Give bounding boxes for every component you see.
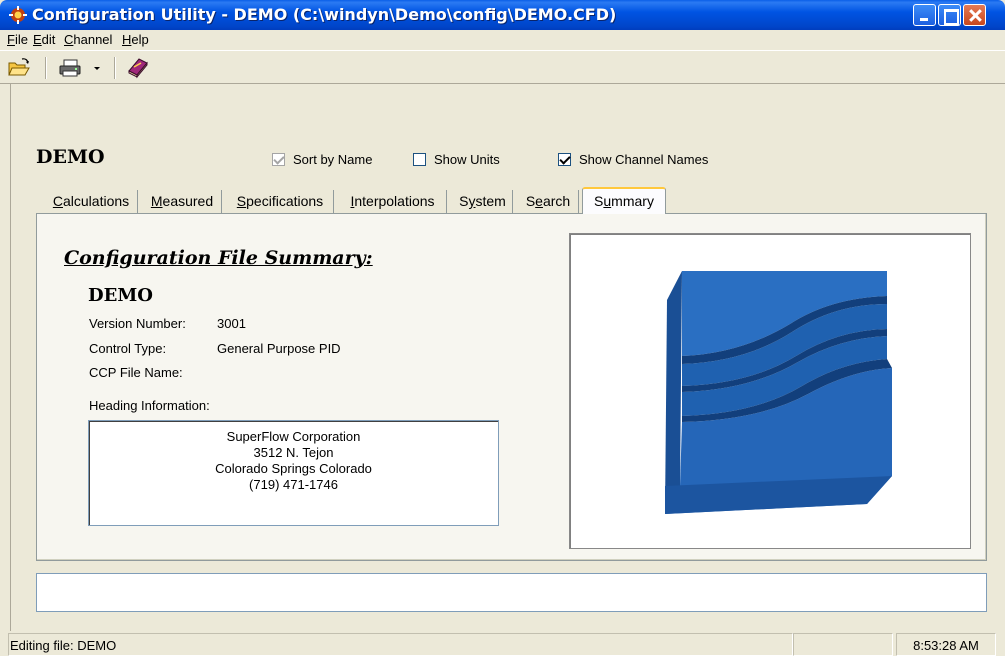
config-name-heading: DEMO [36, 146, 105, 168]
tab-measured[interactable]: Measured [143, 190, 222, 213]
sort-by-name-checkbox[interactable]: Sort by Name [272, 152, 397, 169]
heading-info-label: Heading Information: [89, 398, 210, 413]
tab-accel: u [603, 193, 612, 209]
control-type-label: Control Type: [89, 341, 167, 356]
tab-accel: e [535, 193, 543, 209]
tab-accel: y [468, 193, 476, 209]
tab-accel: C [52, 193, 63, 209]
tab-accel: S [236, 193, 247, 209]
menu-channel-accel: C [64, 32, 74, 47]
open-folder-icon[interactable] [7, 57, 31, 79]
toolbar-separator [114, 57, 116, 79]
version-value: 3001 [217, 316, 246, 331]
summary-config-name: DEMO [88, 285, 153, 306]
toolbar [0, 50, 1005, 84]
heading-line: 3512 N. Tejon [253, 445, 334, 460]
show-channel-names-checkbox[interactable]: Show Channel Names [558, 152, 743, 169]
status-pane-empty [793, 633, 893, 656]
tab-calculations[interactable]: Calculations [45, 190, 138, 213]
tab-label-pre: S [459, 193, 469, 209]
menu-channel[interactable]: Channel [64, 32, 112, 47]
tab-label-pre: S [594, 193, 604, 209]
status-time: 8:53:28 AM [896, 633, 996, 656]
tab-label-rest: arch [542, 193, 571, 209]
book-icon[interactable] [125, 57, 151, 79]
tab-search[interactable]: Search [518, 190, 579, 213]
menu-edit-rest: dit [41, 32, 56, 47]
status-bar: Editing file: DEMO 8:53:28 AM [0, 631, 1005, 656]
ccp-file-label: CCP File Name: [89, 365, 183, 380]
tab-label-rest: alculations [62, 193, 130, 209]
checkbox-label: Sort by Name [293, 152, 373, 167]
superflow-logo-icon [665, 271, 892, 514]
version-label: Version Number: [89, 316, 186, 331]
menu-edit[interactable]: Edit [33, 32, 55, 47]
menu-file-accel: F [7, 32, 15, 47]
heading-line: Colorado Springs Colorado [215, 461, 372, 476]
tab-label-rest: pecifications [246, 193, 324, 209]
tab-interpolations[interactable]: Interpolations [339, 190, 447, 213]
summary-title: Configuration File Summary: [64, 247, 373, 269]
tab-label-rest: nterpolations [354, 193, 435, 209]
close-button[interactable] [963, 4, 986, 26]
menu-help-accel: H [122, 32, 132, 47]
title-bar: Configuration Utility - DEMO (C:\windyn\… [0, 0, 1005, 30]
tab-specifications[interactable]: Specifications [227, 190, 334, 213]
menu-file-rest: ile [14, 32, 28, 47]
tab-summary[interactable]: Summary [582, 187, 666, 214]
tab-system[interactable]: System [453, 190, 513, 213]
checkbox-box [272, 153, 285, 166]
checkbox-box [558, 153, 571, 166]
show-units-checkbox[interactable]: Show Units [413, 152, 523, 169]
heading-line: SuperFlow Corporation [226, 429, 361, 444]
checkbox-label: Show Units [434, 152, 500, 167]
menu-bar: File Edit Channel Help [0, 30, 1005, 50]
tab-label-pre: S [525, 193, 536, 209]
maximize-button[interactable] [938, 4, 961, 26]
control-type-value: General Purpose PID [217, 341, 341, 356]
tab-label-rest: mmary [611, 193, 654, 209]
message-box[interactable] [36, 573, 987, 612]
toolbar-separator [45, 57, 47, 79]
menu-channel-rest: hannel [73, 32, 113, 47]
minimize-button[interactable] [913, 4, 936, 26]
app-icon [9, 6, 27, 24]
heading-info-box[interactable]: SuperFlow Corporation 3512 N. Tejon Colo… [88, 420, 499, 526]
print-icon[interactable] [58, 57, 84, 79]
tab-label-rest: stem [475, 193, 506, 209]
checkbox-label: Show Channel Names [579, 152, 709, 167]
menu-file[interactable]: File [7, 32, 28, 47]
tab-label-rest: easured [162, 193, 214, 209]
status-message: Editing file: DEMO [8, 633, 793, 656]
menu-help[interactable]: Help [122, 32, 149, 47]
dropdown-arrow-icon[interactable] [92, 57, 102, 79]
menu-help-rest: elp [131, 32, 149, 47]
logo-frame [569, 233, 971, 549]
tab-accel: M [150, 193, 163, 209]
checkbox-box [413, 153, 426, 166]
menu-edit-accel: E [33, 32, 42, 47]
window-title: Configuration Utility - DEMO (C:\windyn\… [32, 5, 617, 24]
heading-line: (719) 471-1746 [249, 477, 338, 492]
